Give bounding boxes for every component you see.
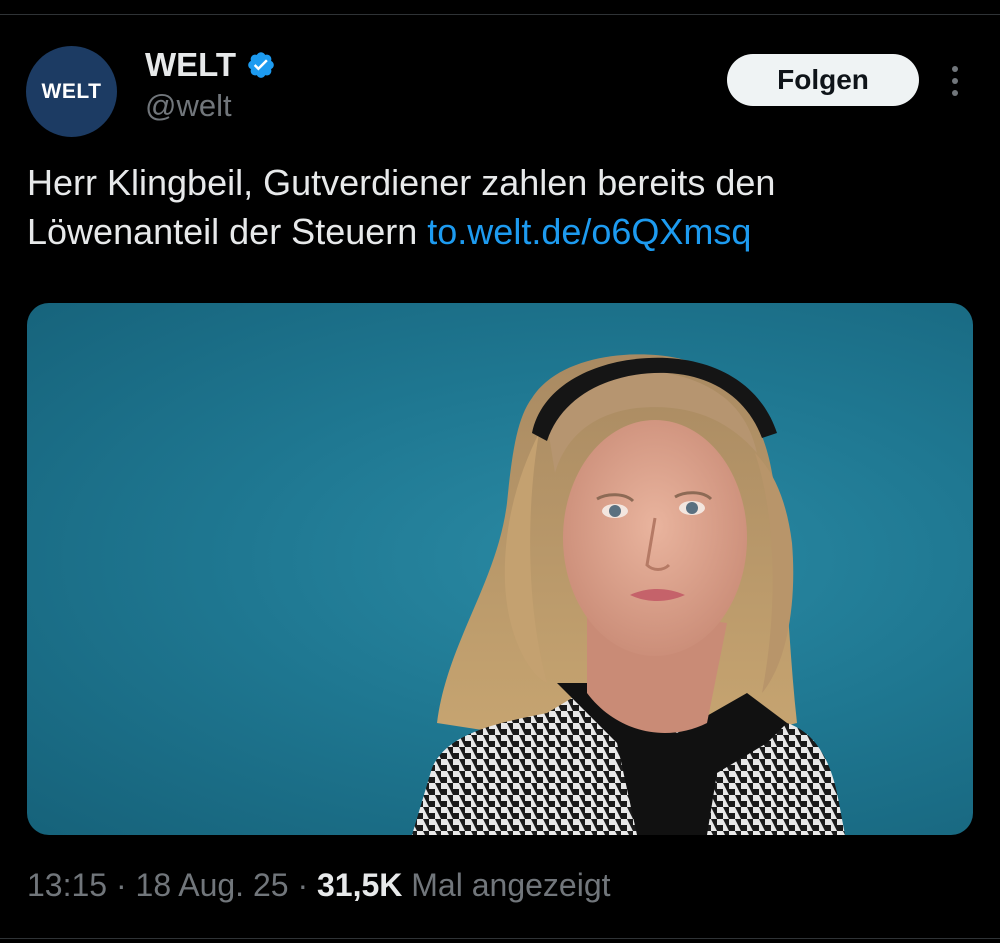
top-divider	[0, 14, 1000, 15]
follow-button[interactable]: Folgen	[727, 54, 919, 106]
views-label: Mal angezeigt	[402, 867, 611, 903]
bottom-divider	[0, 938, 1000, 939]
tweet-link[interactable]: to.welt.de/o6QXmsq	[427, 211, 751, 252]
tweet-time[interactable]: 13:15	[27, 867, 107, 903]
name-row: WELT	[145, 44, 276, 86]
account-handle[interactable]: @welt	[145, 88, 232, 124]
avatar-logo-text: WELT	[41, 79, 102, 103]
views-count[interactable]: 31,5K	[317, 867, 402, 903]
portrait-photo	[412, 354, 845, 835]
display-name[interactable]: WELT	[145, 46, 236, 84]
verified-badge-icon	[246, 50, 276, 80]
meta-separator: ·	[288, 867, 317, 903]
tweet-date[interactable]: 18 Aug. 25	[136, 867, 289, 903]
tweet-meta: 13:15 · 18 Aug. 25 · 31,5K Mal angezeigt	[27, 867, 611, 904]
tweet-media-image[interactable]	[27, 303, 973, 835]
avatar[interactable]: WELT	[26, 46, 117, 137]
tweet-text: Herr Klingbeil, Gutverdiener zahlen bere…	[27, 158, 977, 256]
meta-separator: ·	[107, 867, 136, 903]
more-vertical-icon[interactable]	[944, 64, 966, 98]
